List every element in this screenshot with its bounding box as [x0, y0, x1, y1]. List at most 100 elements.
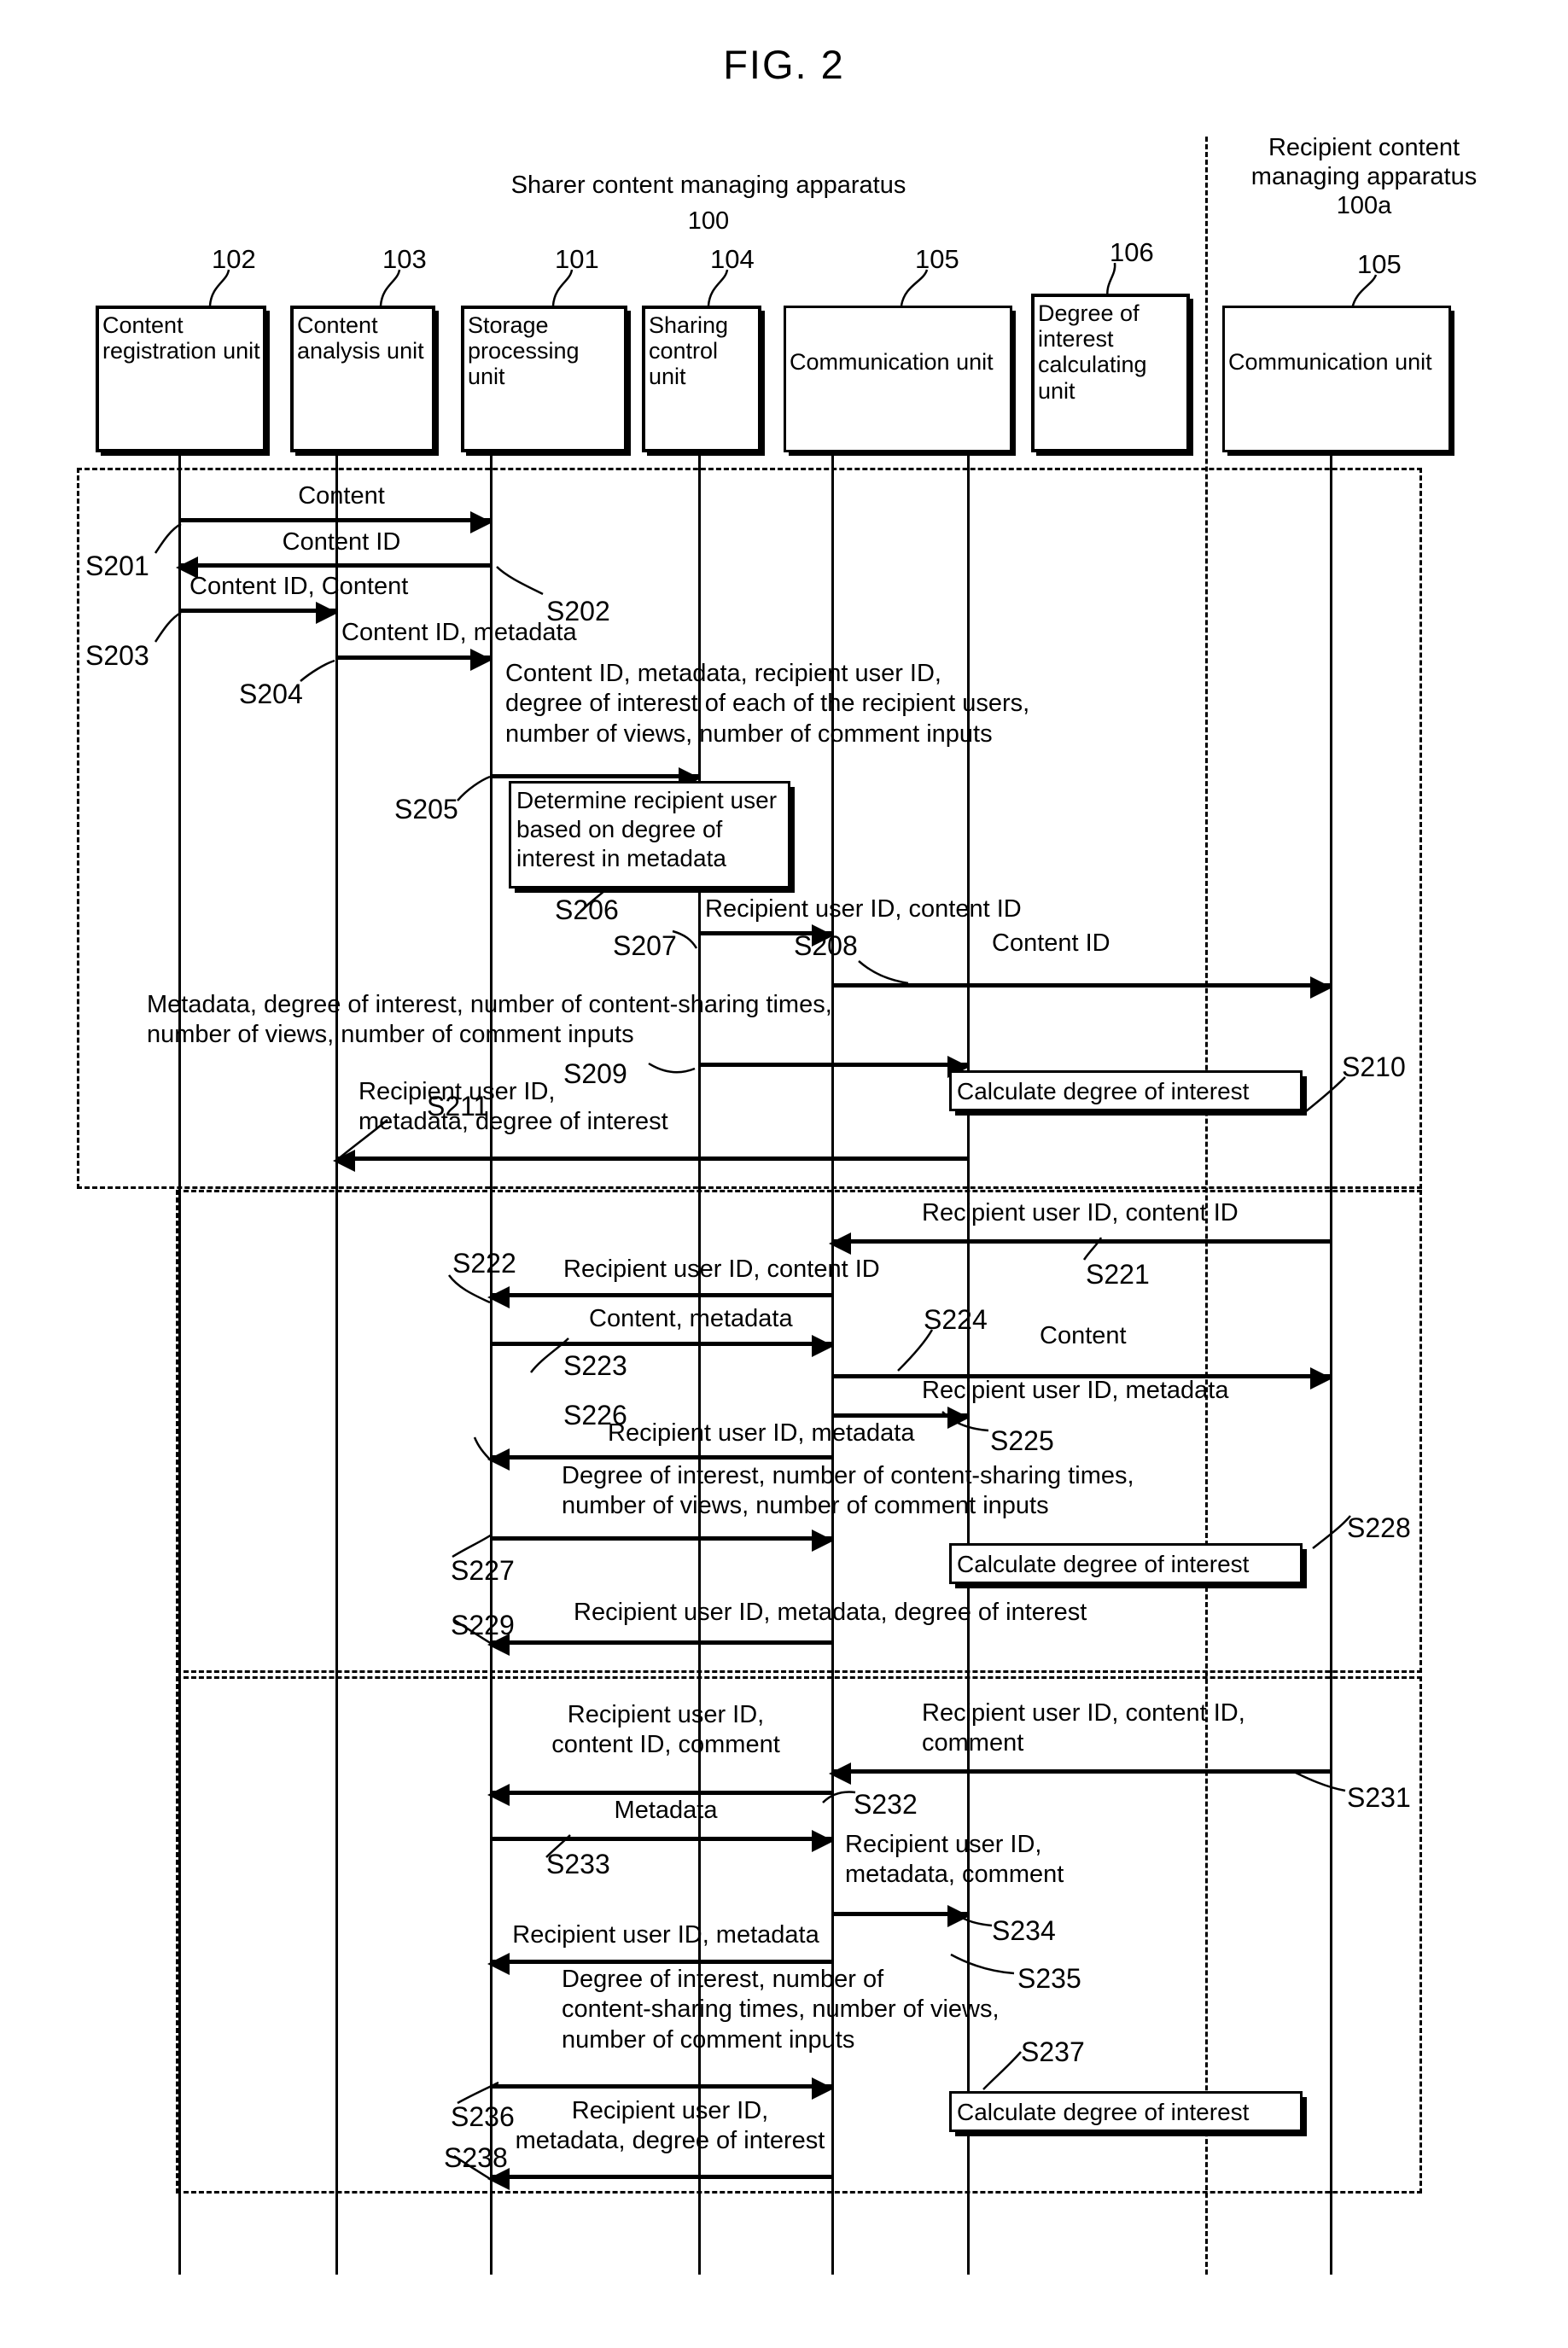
message-arrow-s211 [333, 1150, 967, 1172]
sharer-apparatus-ref: 100 [597, 207, 819, 236]
leader-105-sharer [896, 266, 956, 309]
figure-title: FIG. 2 [723, 42, 845, 87]
process-box-calculate-degree-of-interest-2[interactable]: Calculate degree of interest [949, 1543, 1303, 1584]
sharer-apparatus-title: Sharer content managing apparatus [367, 171, 1050, 200]
leader-102 [205, 266, 256, 309]
leader-s236 [447, 2079, 507, 2117]
message-label-s238-line2: metadata, degree of interest [515, 2127, 825, 2155]
leader-s227 [444, 1533, 504, 1570]
unit-label-sharing-control-unit: Sharing control unit [649, 312, 729, 390]
message-label-s235: Recipient user ID, metadata [512, 1921, 819, 1949]
leader-s234 [947, 1905, 1007, 1939]
message-label-s231: Recipient user ID, content ID, comment [922, 1698, 1245, 1759]
message-label-s227-line1: Degree of interest, number of content-sh… [562, 1462, 1134, 1489]
process-box-calc-1-label: Calculate degree of interest [957, 1078, 1250, 1104]
unit-box-content-analysis-unit[interactable]: Content analysis unit [290, 306, 435, 452]
unit-box-storage-processing-unit[interactable]: Storage processing unit [461, 306, 627, 452]
message-arrow-s235 [487, 1953, 831, 1975]
leader-s226 [461, 1436, 512, 1470]
message-label-s205-line3: number of views, number of comment input… [505, 720, 993, 748]
step-number-s235: S235 [1017, 1963, 1081, 1994]
message-label-s236-line2: content-sharing times, number of views, [562, 1996, 1000, 2024]
message-arrow-s231 [829, 1762, 1330, 1785]
message-label-s208: Content ID [992, 929, 1110, 957]
leader-s238 [447, 2154, 507, 2188]
message-label-s226: Recipient user ID, metadata [608, 1419, 915, 1447]
message-label-s227: Degree of interest, number of content-sh… [562, 1461, 1134, 1522]
leader-s201 [152, 522, 212, 565]
step-number-s226: S226 [563, 1400, 627, 1430]
leader-s221 [1072, 1236, 1123, 1270]
step-number-s202: S202 [546, 596, 610, 626]
leader-101 [548, 266, 599, 309]
message-label-s223: Content, metadata [589, 1305, 793, 1332]
unit-label-storage-processing-unit: Storage processing unit [468, 312, 580, 390]
message-arrow-s227 [490, 1529, 834, 1552]
message-label-s222: Recipient user ID, content ID [563, 1256, 880, 1283]
process-box-line1: Determine recipient user [516, 787, 778, 813]
step-number-s209: S209 [563, 1058, 627, 1089]
message-arrow-s209 [698, 1056, 970, 1078]
message-label-s236: Degree of interest, number of content-sh… [562, 1965, 1000, 2055]
leader-s211 [326, 1118, 394, 1169]
leader-s209 [645, 1058, 705, 1087]
message-label-s236-line3: number of comment inputs [562, 2025, 855, 2054]
leader-s202 [493, 565, 553, 604]
recipient-apparatus-ref-text: 100a [1336, 192, 1392, 220]
message-label-s207: Recipient user ID, content ID [705, 895, 1022, 923]
unit-box-content-registration-unit[interactable]: Content registration unit [96, 306, 266, 452]
sharer-apparatus-title-text: Sharer content managing apparatus [510, 172, 906, 199]
message-label-s201: Content [298, 482, 385, 510]
message-label-s227-line2: number of views, number of comment input… [562, 1492, 1049, 1520]
leader-s203 [152, 611, 212, 654]
leader-s237 [966, 2048, 1035, 2100]
leader-s222 [446, 1273, 505, 1311]
leader-s233 [533, 1833, 584, 1867]
message-arrow-s222 [487, 1286, 831, 1308]
step-number-s207: S207 [613, 930, 677, 961]
message-arrow-s201 [178, 511, 493, 533]
leader-s205 [452, 775, 512, 813]
leader-s207 [671, 926, 722, 957]
unit-box-communication-unit-recipient[interactable]: Communication unit [1222, 306, 1451, 452]
message-label-s234-line2: metadata, comment [845, 1861, 1064, 1889]
unit-label-content-registration-unit: Content registration unit [102, 312, 260, 364]
message-label-s209-line2: number of views, number of comment input… [147, 1021, 634, 1049]
unit-label-degree-of-interest-calculating-unit: Degree of interest calculating unit [1038, 300, 1147, 404]
message-arrow-s232 [487, 1784, 831, 1806]
message-label-s221: Recipient user ID, content ID [922, 1199, 1239, 1226]
message-label-s209-line1: Metadata, degree of interest, number of … [147, 991, 832, 1018]
recipient-apparatus-title-line2: managing apparatus [1250, 163, 1478, 191]
leader-s224 [888, 1326, 939, 1378]
process-box-calculate-degree-of-interest-1[interactable]: Calculate degree of interest [949, 1070, 1303, 1111]
unit-box-communication-unit-sharer[interactable]: Communication unit [784, 306, 1012, 452]
recipient-apparatus-title: Recipient content managing apparatus 100… [1210, 133, 1518, 221]
leader-s208 [857, 958, 925, 997]
message-label-s231-line1: Recipient user ID, content ID, [922, 1699, 1245, 1727]
sharer-apparatus-ref-text: 100 [687, 207, 730, 235]
process-box-line3: interest in metadata [516, 845, 726, 872]
message-label-s232-line2: content ID, comment [551, 1731, 780, 1759]
message-label-s205: Content ID, metadata, recipient user ID,… [505, 659, 1029, 749]
unit-label-content-analysis-unit: Content analysis unit [297, 312, 424, 364]
message-label-s205-line1: Content ID, metadata, recipient user ID, [505, 660, 941, 687]
leader-s229 [447, 1618, 507, 1652]
step-number-s204: S204 [239, 679, 303, 709]
leader-103 [376, 266, 427, 309]
message-arrow-s202 [176, 556, 490, 579]
leader-s204 [297, 659, 365, 693]
message-label-s232-line1: Recipient user ID, [567, 1701, 765, 1728]
unit-box-degree-of-interest-calculating-unit[interactable]: Degree of interest calculating unit [1031, 294, 1190, 452]
process-box-determine-recipient-user[interactable]: Determine recipient user based on degree… [509, 781, 790, 889]
message-arrow-s229 [487, 1634, 831, 1656]
process-box-calc-2-label: Calculate degree of interest [957, 1551, 1250, 1577]
message-label-s238: Recipient user ID, metadata, degree of i… [504, 2096, 836, 2157]
process-box-line2: based on degree of [516, 816, 723, 843]
message-label-s204: Content ID, metadata [341, 619, 577, 646]
message-label-s205-line2: degree of interest of each of the recipi… [505, 690, 1030, 718]
step-number-s211: S211 [427, 1091, 489, 1122]
leader-s228 [1303, 1511, 1362, 1562]
patent-figure-2: FIG. 2 Sharer content managing apparatus… [0, 0, 1568, 2348]
message-label-s231-line2: comment [922, 1729, 1024, 1757]
unit-box-sharing-control-unit[interactable]: Sharing control unit [642, 306, 761, 452]
